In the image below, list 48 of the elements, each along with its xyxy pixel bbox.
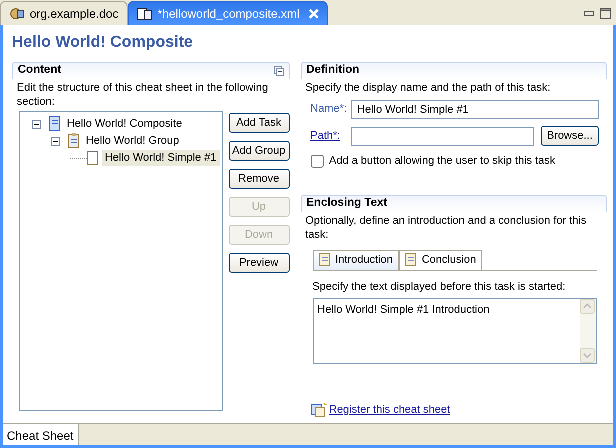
scroll-up-icon bbox=[580, 299, 596, 314]
checkbox-label: Add a button allowing the user to skip this task bbox=[329, 154, 556, 169]
section-description: Optionally, define an introduction and a conclusion for this task: bbox=[304, 214, 588, 242]
page-icon bbox=[87, 150, 99, 166]
page-tab[interactable]: Cheat Sheet bbox=[3, 424, 79, 445]
tab[interactable]: Conclusion bbox=[398, 250, 482, 270]
page-title: Hello World! Composite bbox=[12, 33, 194, 53]
register-icon bbox=[310, 402, 326, 418]
collapse-icon[interactable] bbox=[274, 66, 284, 76]
text-area[interactable]: Hello World! Simple #1 Introduction bbox=[312, 298, 597, 364]
text-field[interactable]: Hello World! Simple #1 bbox=[351, 100, 599, 119]
document-icon bbox=[136, 6, 153, 20]
document-icon bbox=[49, 116, 61, 132]
maximize-icon[interactable] bbox=[600, 8, 610, 18]
tree-item[interactable]: Hello World! Simple #1 bbox=[102, 150, 220, 166]
tab-label: org.example.doc bbox=[30, 6, 119, 22]
close-icon[interactable] bbox=[308, 8, 319, 18]
section-title: Enclosing Text bbox=[306, 196, 388, 211]
section-title: Content bbox=[18, 63, 62, 78]
action-button[interactable]: Add Task bbox=[228, 113, 290, 133]
register-link[interactable]: Register this cheat sheet bbox=[329, 402, 450, 418]
text-field[interactable] bbox=[351, 126, 534, 146]
text-area-content: Hello World! Simple #1 Introduction bbox=[316, 303, 491, 318]
tab-label: *helloworld_composite.xml bbox=[158, 6, 300, 22]
editor-tab[interactable]: org.example.doc bbox=[0, 1, 128, 25]
tree-item[interactable]: Hello World! Group bbox=[83, 132, 182, 150]
skip-checkbox[interactable] bbox=[310, 154, 324, 168]
path-link[interactable]: Path*: bbox=[310, 128, 348, 144]
prompt-text: Specify the text displayed before this task is started: bbox=[312, 280, 567, 294]
collapse-icon[interactable] bbox=[32, 120, 41, 128]
clipboard-icon bbox=[68, 133, 80, 149]
notepad-icon bbox=[318, 253, 330, 267]
tab[interactable]: Introduction bbox=[312, 250, 399, 270]
section-description: Edit the structure of this cheat sheet in the following section: bbox=[16, 81, 270, 110]
scroll-down-icon bbox=[580, 348, 596, 363]
notepad-icon bbox=[404, 253, 417, 267]
plugin-icon bbox=[9, 6, 25, 20]
field-label: Name*: bbox=[310, 102, 348, 118]
collapse-icon[interactable] bbox=[51, 136, 60, 146]
section-description: Specify the display name and the path of this task: bbox=[304, 81, 552, 96]
browse-button[interactable]: Browse... bbox=[541, 126, 599, 146]
minimize-icon[interactable] bbox=[584, 10, 594, 16]
action-button[interactable]: Remove bbox=[228, 169, 290, 189]
action-button[interactable]: Add Group bbox=[228, 141, 290, 161]
section-title: Definition bbox=[306, 63, 360, 78]
action-button[interactable]: Preview bbox=[228, 253, 290, 273]
editor-tab[interactable]: *helloworld_composite.xml bbox=[128, 1, 328, 25]
tree-item[interactable]: Hello World! Composite bbox=[64, 116, 186, 132]
